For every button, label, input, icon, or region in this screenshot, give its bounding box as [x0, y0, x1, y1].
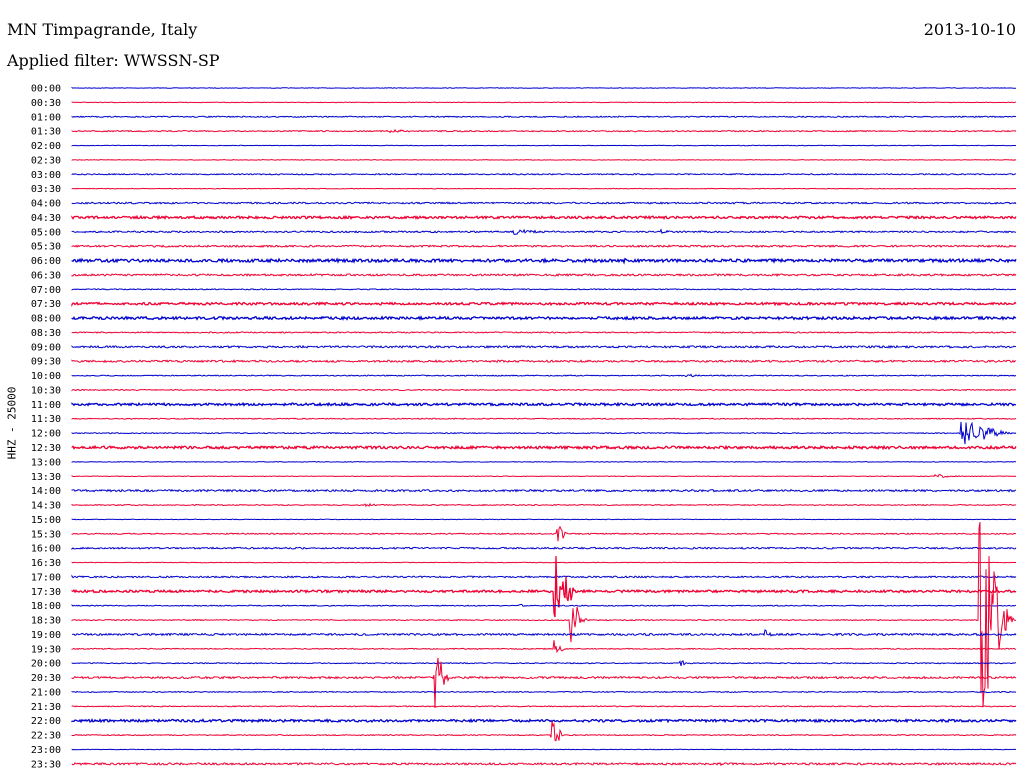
trace-row — [71, 257, 1017, 265]
time-label: 22:00 — [31, 716, 61, 727]
trace-row — [71, 128, 1017, 134]
trace-row — [71, 502, 1017, 508]
time-label: 08:30 — [31, 328, 61, 339]
trace-row — [71, 201, 1017, 205]
trace-row — [71, 748, 1017, 751]
time-label: 22:30 — [31, 731, 61, 742]
time-label: 18:30 — [31, 616, 61, 627]
trace-row — [71, 159, 1017, 161]
trace-row — [71, 101, 1017, 104]
time-label: 01:00 — [31, 112, 61, 123]
time-label: 12:00 — [31, 429, 61, 440]
trace-row — [71, 401, 1017, 407]
trace-row — [71, 288, 1017, 291]
time-label: 17:30 — [31, 587, 61, 598]
trace-row — [71, 315, 1017, 321]
trace-row — [71, 214, 1017, 221]
time-label: 21:00 — [31, 687, 61, 698]
trace-row — [71, 373, 1017, 378]
time-label: 23:00 — [31, 745, 61, 756]
trace-row — [71, 388, 1017, 392]
trace-row — [71, 301, 1017, 307]
time-label: 01:30 — [31, 127, 61, 138]
trace-row — [71, 761, 1017, 767]
time-label: 16:30 — [31, 558, 61, 569]
time-label: 03:00 — [31, 170, 61, 181]
time-label: 02:00 — [31, 141, 61, 152]
time-label: 04:30 — [31, 213, 61, 224]
trace-row — [71, 272, 1017, 277]
trace-row — [71, 444, 1017, 451]
trace-row — [71, 603, 1017, 607]
helicorder-plot: 00:00 00:30 01:00 01:30 02:00 02:30 03:00 03:30… — [31, 84, 1017, 770]
trace-row — [71, 473, 1017, 478]
trace-row — [71, 574, 1017, 579]
trace-row — [71, 115, 1017, 119]
trace-row — [71, 228, 1017, 235]
time-label: 16:00 — [31, 544, 61, 555]
trace-row — [71, 244, 1017, 248]
time-label: 13:30 — [31, 472, 61, 483]
trace-row — [71, 690, 1017, 694]
time-label: 02:30 — [31, 155, 61, 166]
time-label: 15:00 — [31, 515, 61, 526]
time-label: 05:30 — [31, 242, 61, 253]
time-label: 20:00 — [31, 659, 61, 670]
trace-row — [71, 561, 1017, 564]
time-label: 23:30 — [31, 759, 61, 770]
time-label: 19:30 — [31, 644, 61, 655]
trace-row — [71, 359, 1017, 364]
trace-row — [71, 488, 1017, 493]
time-label: 21:30 — [31, 702, 61, 713]
time-label: 14:00 — [31, 486, 61, 497]
trace-row — [71, 331, 1017, 334]
trace-row — [71, 86, 1017, 89]
time-label: 18:00 — [31, 601, 61, 612]
time-label: 12:30 — [31, 443, 61, 454]
time-label: 07:30 — [31, 299, 61, 310]
trace-row — [71, 657, 1017, 708]
trace-row — [71, 721, 1017, 742]
time-label: 05:00 — [31, 227, 61, 238]
trace-row — [71, 518, 1017, 521]
time-label: 10:30 — [31, 385, 61, 396]
trace-row — [71, 629, 1017, 637]
time-label: 04:00 — [31, 199, 61, 210]
time-label: 15:30 — [31, 529, 61, 540]
trace-row — [71, 525, 1017, 542]
trace-row — [71, 344, 1017, 349]
trace-row — [71, 461, 1017, 463]
time-label: 14:30 — [31, 501, 61, 512]
time-label: 09:00 — [31, 342, 61, 353]
time-label: 17:00 — [31, 572, 61, 583]
time-label: 10:00 — [31, 371, 61, 382]
trace-row — [71, 705, 1017, 708]
time-label: 06:30 — [31, 270, 61, 281]
trace-row — [71, 556, 1017, 618]
trace-row — [71, 640, 1017, 654]
trace-row — [71, 718, 1017, 724]
time-label: 00:00 — [31, 84, 61, 95]
time-label: 00:30 — [31, 98, 61, 109]
time-label: 03:30 — [31, 184, 61, 195]
trace-row — [71, 421, 1017, 445]
time-label: 07:00 — [31, 285, 61, 296]
trace-row — [71, 417, 1017, 420]
trace-row — [71, 521, 1017, 708]
time-label: 06:00 — [31, 256, 61, 267]
time-label: 19:00 — [31, 630, 61, 641]
time-label: 09:30 — [31, 357, 61, 368]
time-label: 13:00 — [31, 457, 61, 468]
time-label: 20:30 — [31, 673, 61, 684]
time-label: 08:00 — [31, 314, 61, 325]
time-label: 11:30 — [31, 414, 61, 425]
trace-row — [71, 187, 1017, 190]
trace-row — [71, 144, 1017, 147]
trace-row — [71, 172, 1017, 176]
trace-row — [71, 546, 1017, 551]
time-label: 11:00 — [31, 400, 61, 411]
trace-row — [71, 660, 1017, 667]
